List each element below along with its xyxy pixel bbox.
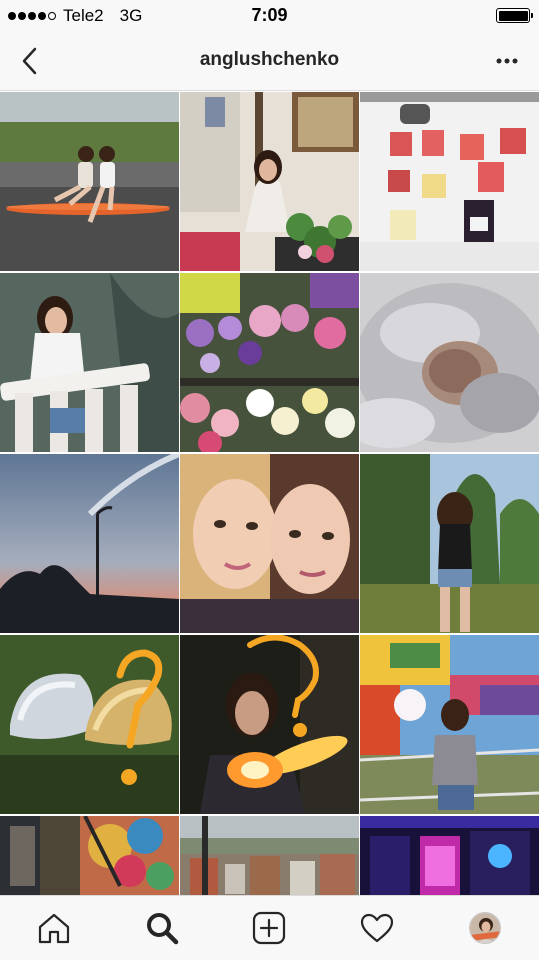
post-balcony-girl[interactable] [0, 273, 179, 452]
post-thumbnail [360, 273, 539, 452]
post-thumbnail [0, 816, 179, 895]
battery-icon [496, 8, 533, 23]
profile-avatar-icon [469, 912, 502, 944]
post-longboard-friends[interactable] [0, 92, 179, 271]
post-thumbnail [180, 92, 359, 271]
home-icon [38, 913, 69, 944]
chevron-left-icon [22, 47, 37, 75]
post-city-view[interactable] [180, 816, 359, 895]
post-fruit-cups[interactable] [360, 92, 539, 271]
status-time: 7:09 [251, 5, 288, 25]
post-selfie-friends[interactable] [180, 454, 359, 633]
post-thumbnail [180, 816, 359, 895]
post-thumbnail [360, 816, 539, 895]
post-cat-paw[interactable] [360, 273, 539, 452]
status-bar: Tele2 3G 7:09 [0, 0, 539, 32]
more-options-button[interactable] [489, 46, 525, 76]
tab-activity[interactable] [347, 898, 407, 958]
post-park-girl[interactable] [360, 454, 539, 633]
post-thumbnail [180, 273, 359, 452]
post-thumbnail [0, 273, 179, 452]
post-neon-lights[interactable] [360, 816, 539, 895]
heart-icon [361, 913, 394, 943]
back-button[interactable] [12, 44, 46, 78]
post-sculpture-question[interactable] [0, 635, 179, 814]
post-thumbnail [0, 92, 179, 271]
post-thumbnail [360, 454, 539, 633]
more-horizontal-icon [496, 58, 518, 64]
tab-add-post[interactable] [239, 898, 299, 958]
post-thumbnail [0, 454, 179, 633]
post-sunset-streetlight[interactable] [0, 454, 179, 633]
post-thumbnail [180, 635, 359, 814]
post-grid [0, 92, 539, 895]
tab-home[interactable] [24, 898, 84, 958]
search-icon [146, 913, 178, 945]
post-thumbnail [0, 635, 179, 814]
tab-profile[interactable] [455, 898, 515, 958]
navigation-bar: anglushchenko [0, 32, 539, 91]
post-flower-market[interactable] [180, 273, 359, 452]
post-thumbnail [360, 92, 539, 271]
post-graffiti-wall[interactable] [0, 816, 179, 895]
post-thumbnail [360, 635, 539, 814]
post-girl-with-flowers[interactable] [180, 92, 359, 271]
tab-search[interactable] [132, 898, 192, 958]
add-post-icon [253, 911, 286, 945]
post-thumbnail [180, 454, 359, 633]
bottom-tab-bar [0, 895, 539, 960]
profile-username-title: anglushchenko [199, 49, 340, 70]
post-fair-cotton-candy[interactable] [360, 635, 539, 814]
post-night-sparkler[interactable] [180, 635, 359, 814]
